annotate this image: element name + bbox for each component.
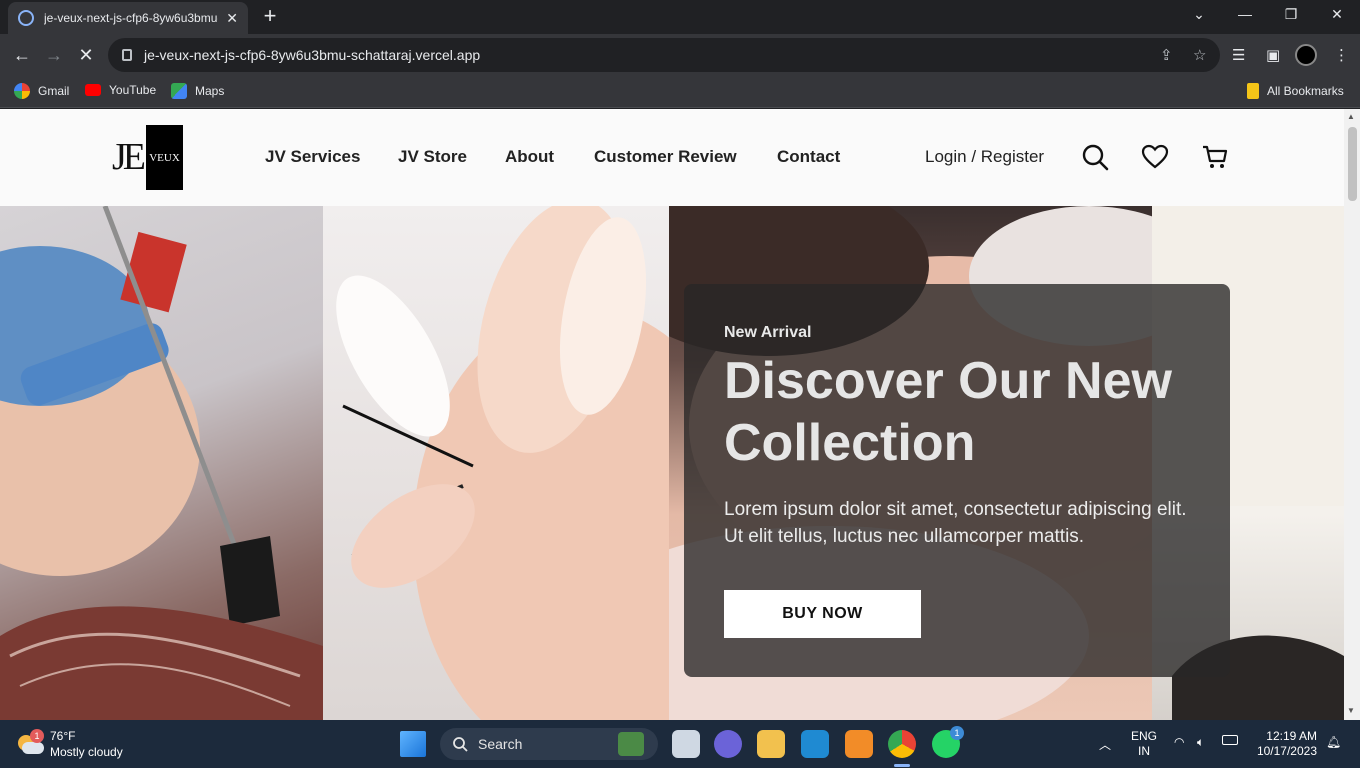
forward-button[interactable]: → xyxy=(41,42,67,68)
minimize-button[interactable]: — xyxy=(1233,6,1257,22)
windows-taskbar: 1 76°F Mostly cloudy Search 1 ︿ ENG IN ◠… xyxy=(0,720,1360,768)
page-viewport: JE VEUX JV Services JV Store About Custo… xyxy=(0,109,1344,720)
weather-desc: Mostly cloudy xyxy=(50,745,123,759)
folder-icon xyxy=(1247,83,1259,99)
profile-avatar[interactable] xyxy=(1295,44,1317,66)
bookmark-star-icon[interactable]: ☆ xyxy=(1193,46,1206,64)
browser-toolbar: ← → ✕ je-veux-next-js-cfp6-8yw6u3bmu-sch… xyxy=(0,34,1360,76)
hero-description: Lorem ipsum dolor sit amet, consectetur … xyxy=(724,499,1187,547)
input-language[interactable]: ENG IN xyxy=(1131,729,1157,759)
address-bar[interactable]: je-veux-next-js-cfp6-8yw6u3bmu-schattara… xyxy=(108,38,1220,72)
nav-jv-services[interactable]: JV Services xyxy=(265,147,360,167)
stop-loading-button[interactable]: ✕ xyxy=(73,42,99,68)
close-window-button[interactable]: ✕ xyxy=(1325,6,1349,23)
xampp-icon[interactable] xyxy=(845,730,873,758)
media-queue-icon[interactable]: ☰ xyxy=(1232,46,1245,64)
taskbar-search[interactable]: Search xyxy=(440,728,658,760)
clock-time: 12:19 AM xyxy=(1266,729,1317,743)
scroll-thumb[interactable] xyxy=(1348,127,1357,201)
task-view-icon[interactable] xyxy=(672,730,700,758)
share-icon[interactable]: ⇪ xyxy=(1160,46,1173,64)
restore-button[interactable]: ❐ xyxy=(1279,6,1303,23)
wifi-icon[interactable]: ◠ xyxy=(1174,735,1184,749)
all-bookmarks[interactable]: All Bookmarks xyxy=(1247,83,1344,99)
whatsapp-icon[interactable]: 1 xyxy=(932,726,964,758)
weather-badge: 1 xyxy=(30,729,44,743)
site-favicon-icon xyxy=(18,10,34,26)
hero-eyebrow: New Arrival xyxy=(724,324,812,341)
file-explorer-icon[interactable] xyxy=(757,730,785,758)
scroll-up-arrow-icon[interactable]: ▲ xyxy=(1347,112,1355,121)
site-header: JE VEUX JV Services JV Store About Custo… xyxy=(0,109,1344,206)
menu-kebab-icon[interactable]: ⋮ xyxy=(1334,46,1349,64)
login-register-link[interactable]: Login / Register xyxy=(925,147,1044,167)
lang-code: ENG xyxy=(1131,729,1158,743)
tab-close-button[interactable]: ✕ xyxy=(226,10,238,27)
side-panel-icon[interactable]: ▣ xyxy=(1266,46,1280,64)
windows-start-icon[interactable] xyxy=(400,731,426,757)
chrome-icon[interactable] xyxy=(888,730,916,758)
battery-icon[interactable] xyxy=(1222,735,1238,745)
bookmark-gmail[interactable]: Gmail xyxy=(14,83,69,99)
logo-text: JE xyxy=(112,136,146,178)
hero-card: New Arrival Discover Our New Collection … xyxy=(684,284,1230,677)
url-text[interactable]: je-veux-next-js-cfp6-8yw6u3bmu-schattara… xyxy=(144,47,480,63)
logo-box: VEUX xyxy=(146,125,183,190)
search-highlight-icon xyxy=(618,732,644,756)
back-button[interactable]: ← xyxy=(9,42,35,68)
youtube-icon xyxy=(85,84,101,96)
search-label: Search xyxy=(478,736,523,752)
clock-date: 10/17/2023 xyxy=(1256,744,1317,758)
tab-bar: je-veux-next-js-cfp6-8yw6u3bmu-schattara… xyxy=(0,0,1360,34)
nav-jv-store[interactable]: JV Store xyxy=(398,147,467,167)
wishlist-heart-icon[interactable] xyxy=(1141,143,1169,171)
bookmark-label: All Bookmarks xyxy=(1267,84,1344,98)
hero-title: Discover Our New Collection xyxy=(724,352,1172,472)
nav-customer-review[interactable]: Customer Review xyxy=(594,147,737,167)
hero-image-nail-art xyxy=(323,206,669,720)
nav-about[interactable]: About xyxy=(505,147,554,167)
notification-bell-icon[interactable]: 🔔︎ xyxy=(1326,735,1341,749)
weather-temp: 76°F xyxy=(50,729,76,743)
bookmark-youtube[interactable]: YouTube xyxy=(85,83,156,97)
lock-icon xyxy=(122,49,132,61)
nav-contact[interactable]: Contact xyxy=(777,147,840,167)
hero-image-hair-dye xyxy=(0,206,323,720)
bookmarks-bar: Gmail YouTube Maps All Bookmarks xyxy=(0,76,1360,108)
active-app-indicator xyxy=(894,764,910,767)
search-icon xyxy=(453,737,468,752)
scroll-down-arrow-icon[interactable]: ▼ xyxy=(1347,706,1355,715)
vscode-icon[interactable] xyxy=(801,730,829,758)
show-hidden-icons-chevron-icon[interactable]: ︿ xyxy=(1099,736,1111,753)
search-icon[interactable] xyxy=(1081,143,1109,171)
system-clock[interactable]: 12:19 AM 10/17/2023 xyxy=(1253,729,1317,759)
cloudy-weather-icon: 1 xyxy=(16,729,44,755)
tab-search-chevron-icon[interactable]: ⌄ xyxy=(1187,6,1211,23)
browser-tab[interactable]: je-veux-next-js-cfp6-8yw6u3bmu-schattara… xyxy=(8,2,248,34)
lang-region: IN xyxy=(1138,744,1150,758)
bookmark-label: Gmail xyxy=(38,84,70,98)
bookmark-maps[interactable]: Maps xyxy=(171,83,224,99)
bookmark-label: YouTube xyxy=(109,83,157,97)
google-icon xyxy=(14,83,30,99)
tab-title: je-veux-next-js-cfp6-8yw6u3bmu-schattara… xyxy=(44,11,218,25)
new-tab-button[interactable]: + xyxy=(258,5,282,29)
page-scrollbar[interactable]: ▲ ▼ xyxy=(1344,109,1360,720)
whatsapp-badge: 1 xyxy=(950,726,964,740)
buy-now-button[interactable]: BUY NOW xyxy=(724,590,921,638)
maps-icon xyxy=(171,83,187,99)
volume-icon[interactable]: 🔈︎ xyxy=(1197,735,1204,750)
hero-banner: New Arrival Discover Our New Collection … xyxy=(0,206,1344,720)
cart-icon[interactable] xyxy=(1201,143,1229,171)
bookmark-label: Maps xyxy=(195,84,225,98)
site-logo[interactable]: JE VEUX xyxy=(112,125,184,190)
weather-widget[interactable]: 1 76°F Mostly cloudy xyxy=(16,728,123,760)
teams-chat-icon[interactable] xyxy=(714,730,742,758)
